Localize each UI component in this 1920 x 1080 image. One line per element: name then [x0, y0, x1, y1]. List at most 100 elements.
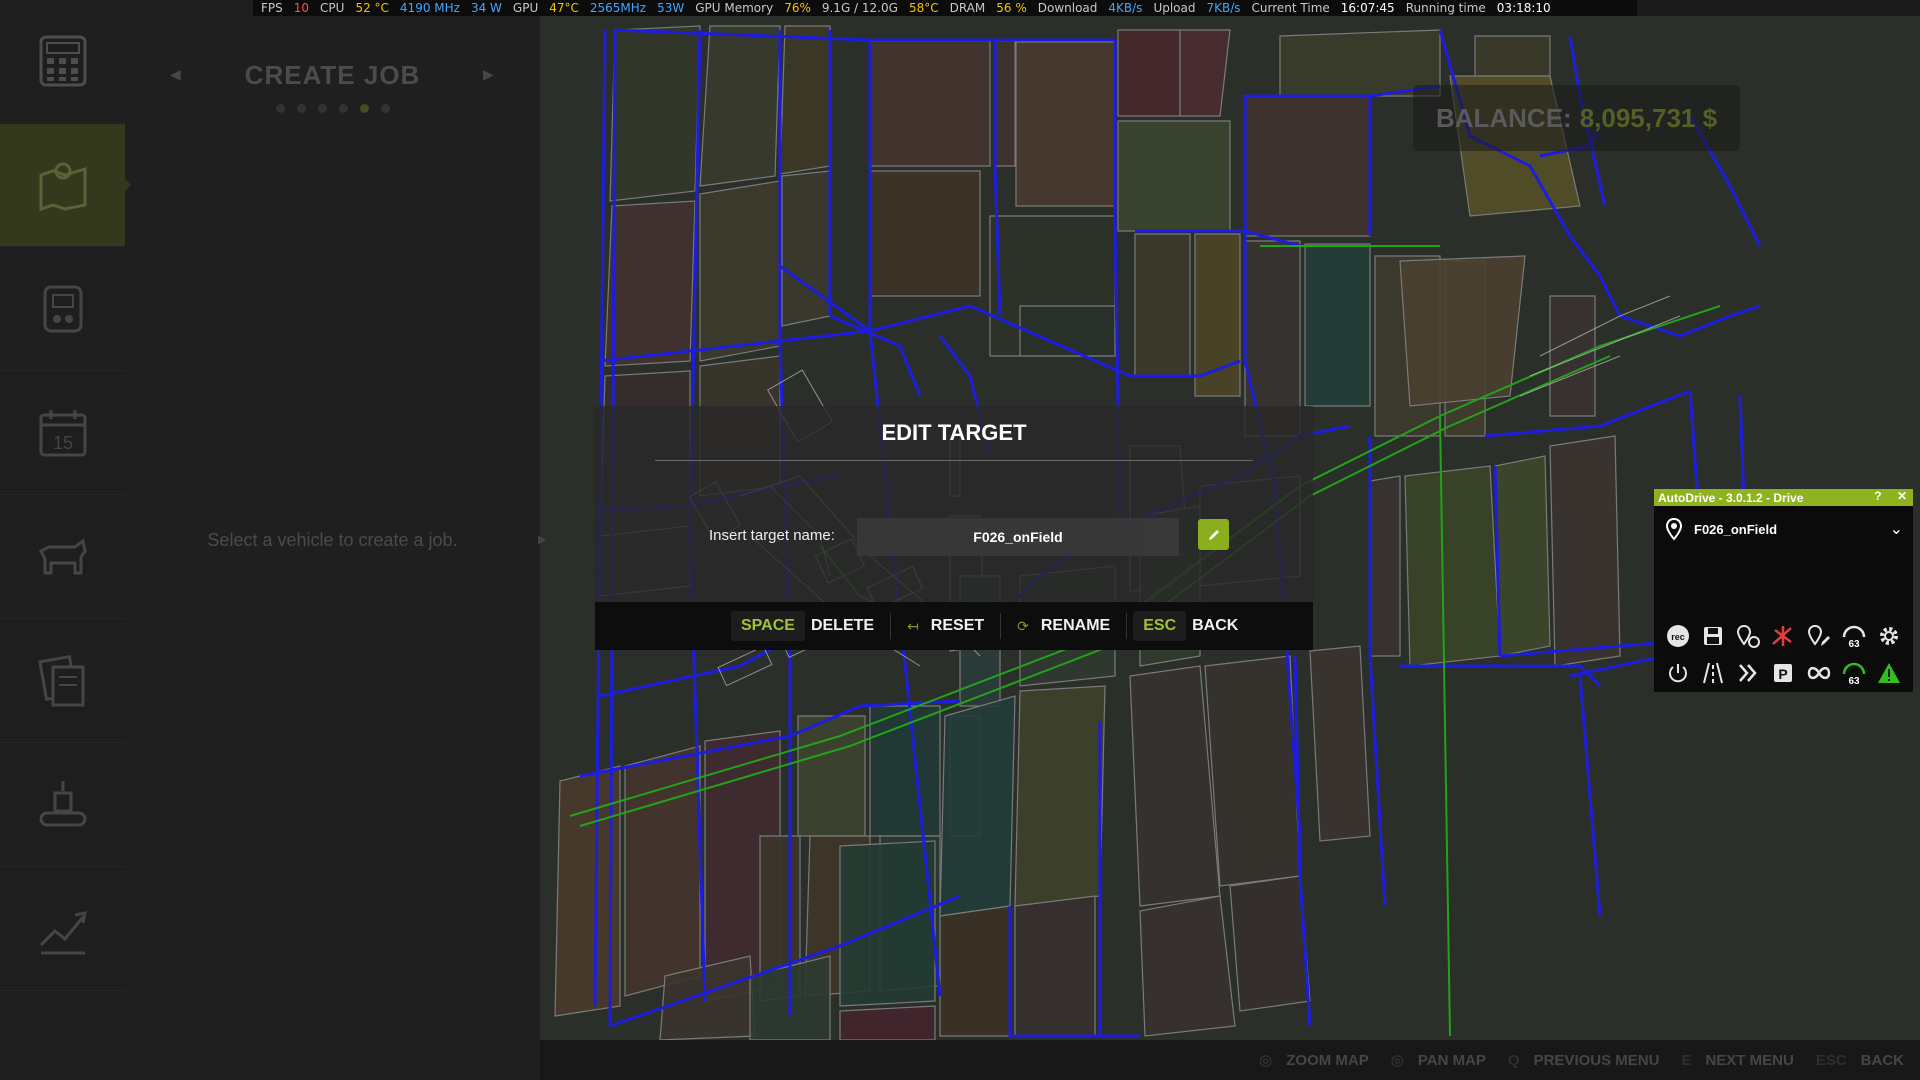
back-hint[interactable]: BACK	[1861, 1052, 1904, 1069]
edit-name-button[interactable]	[1198, 519, 1229, 550]
svg-text:P: P	[1779, 666, 1788, 682]
zoom-map-hint[interactable]: ZOOM MAP	[1286, 1052, 1369, 1069]
loop-icon	[1807, 666, 1831, 680]
space-key-hint: SPACE	[731, 611, 805, 641]
sidebar-item-map[interactable]	[0, 124, 131, 247]
autodrive-title: AutoDrive - 3.0.1.2 - Drive	[1658, 490, 1804, 505]
speedometer-icon: 63	[1842, 625, 1866, 649]
road-mode-button[interactable]	[1700, 660, 1726, 686]
chevron-down-icon[interactable]: ⌄	[1890, 519, 1903, 539]
production-icon	[39, 781, 86, 827]
add-marker-button[interactable]	[1735, 623, 1761, 649]
reset-button[interactable]: RESET	[931, 617, 984, 635]
pencil-icon	[1208, 529, 1219, 540]
page-dot[interactable]	[296, 104, 306, 113]
balance-value: 8,095,731 $	[1579, 102, 1718, 133]
autodrive-title-bar[interactable]: AutoDrive - 3.0.1.2 - Drive ? ✕	[1654, 489, 1913, 506]
menu-sidebar: 15	[0, 0, 131, 1080]
gpu-memory-pct: 76%	[784, 1, 811, 15]
balance-display: BALANCE: 8,095,731 $	[1413, 85, 1740, 151]
page-dot[interactable]	[338, 104, 348, 113]
previous-menu-hint[interactable]: PREVIOUS MENU	[1534, 1052, 1660, 1069]
cpu-freq: 4190 MHz	[399, 1, 460, 15]
back-button[interactable]: BACK	[1192, 617, 1238, 635]
sidebar-item-production[interactable]	[0, 744, 125, 867]
target-name-input[interactable]	[857, 518, 1179, 556]
time-value: 16:07:45	[1340, 1, 1395, 15]
next-target-button[interactable]	[1735, 660, 1761, 686]
route-edit-icon	[1772, 626, 1793, 646]
performance-overlay: FPS 10 CPU 52 °C 4190 MHz 34 W GPU 47°C …	[253, 0, 1637, 16]
next-menu-hint[interactable]: NEXT MENU	[1705, 1052, 1793, 1069]
speed-limit-button-b[interactable]: 63	[1841, 660, 1867, 686]
sidebar-item-finances[interactable]	[0, 868, 125, 991]
runtime-value: 03:18:10	[1496, 1, 1551, 15]
calendar-icon: 15	[39, 410, 86, 457]
delete-button[interactable]: DELETE	[811, 617, 874, 635]
runtime-label: Running time	[1405, 1, 1486, 15]
sidebar-item-vehicles[interactable]	[0, 248, 125, 371]
time-label: Current Time	[1251, 1, 1330, 15]
zoom-map-key: ◎	[1259, 1052, 1273, 1069]
power-button[interactable]	[1665, 660, 1691, 686]
svg-text:rec: rec	[1671, 632, 1685, 642]
gpu-memory-label: GPU Memory	[695, 1, 774, 15]
cpu-label: CPU	[320, 1, 345, 15]
upload-label: Upload	[1153, 1, 1196, 15]
upload-value: 7KB/s	[1206, 1, 1241, 15]
reset-key-icon: ↤	[907, 617, 919, 634]
fps-label: FPS	[261, 1, 283, 15]
page-dot[interactable]	[359, 104, 369, 113]
create-route-button[interactable]	[1770, 623, 1796, 649]
download-value: 4KB/s	[1108, 1, 1143, 15]
parking-button[interactable]: P	[1770, 660, 1796, 686]
gpu-memory-used: 9.1G / 12.0G	[821, 1, 898, 15]
gpu-label: GPU	[512, 1, 539, 15]
speed-limit-button-a[interactable]: 63	[1841, 623, 1867, 649]
save-icon	[1703, 627, 1722, 645]
balance-label: BALANCE:	[1435, 102, 1572, 133]
power-icon	[1668, 664, 1687, 683]
contracts-icon	[37, 654, 84, 707]
back-key: ESC	[1815, 1051, 1847, 1069]
gpu-freq: 2565MHz	[589, 1, 647, 15]
close-button[interactable]: ✕	[1897, 489, 1907, 503]
speed-value-a: 63	[1848, 639, 1860, 649]
sidebar-item-calendar[interactable]: 15	[0, 372, 125, 495]
pan-map-hint[interactable]: PAN MAP	[1418, 1052, 1486, 1069]
marker-add-icon	[1737, 624, 1761, 648]
page-dot[interactable]	[380, 104, 390, 113]
record-icon: rec	[1666, 625, 1689, 647]
previous-menu-key: Q	[1507, 1051, 1520, 1069]
autodrive-toolbar-row-1: rec 63	[1654, 623, 1913, 649]
page-dot[interactable]	[317, 104, 327, 113]
sidebar-item-contracts[interactable]	[0, 620, 125, 743]
autodrive-panel: AutoDrive - 3.0.1.2 - Drive ? ✕ F026_onF…	[1654, 489, 1913, 692]
record-button[interactable]: rec	[1665, 623, 1691, 649]
download-label: Download	[1037, 1, 1098, 15]
empty-state-text: Select a vehicle to create a job.	[207, 530, 458, 550]
warning-icon	[1878, 663, 1901, 683]
save-button[interactable]	[1700, 623, 1726, 649]
finances-icon	[39, 911, 87, 955]
rename-key-icon: ⟳	[1017, 617, 1029, 634]
target-selector[interactable]: F026_onField ⌄	[1654, 515, 1913, 543]
loop-button[interactable]	[1806, 660, 1832, 686]
create-job-panel: ◀ CREATE JOB ▶ Select a vehicle to creat…	[125, 0, 546, 1080]
warning-button[interactable]	[1876, 660, 1902, 686]
gpu-memory-temp: 58°C	[908, 1, 939, 15]
autodrive-toolbar-row-2: P 63	[1654, 660, 1913, 686]
gear-icon	[1880, 627, 1899, 645]
dram-pct: 56 %	[996, 1, 1027, 15]
edit-marker-button[interactable]	[1806, 623, 1832, 649]
rename-button[interactable]: RENAME	[1041, 617, 1110, 635]
page-dot[interactable]	[275, 104, 285, 113]
sidebar-item-calculator[interactable]	[0, 0, 125, 123]
next-page-arrow[interactable]: ▶	[483, 66, 494, 83]
key-hint-bar: ◎ ZOOM MAP ◎ PAN MAP Q PREVIOUS MENU E N…	[540, 1040, 1920, 1080]
edit-target-dialog: EDIT TARGET Insert target name:	[595, 406, 1313, 602]
help-button[interactable]: ?	[1874, 489, 1881, 503]
settings-button[interactable]	[1876, 623, 1902, 649]
sidebar-item-animals[interactable]	[0, 496, 125, 619]
marker-edit-icon	[1807, 624, 1830, 646]
